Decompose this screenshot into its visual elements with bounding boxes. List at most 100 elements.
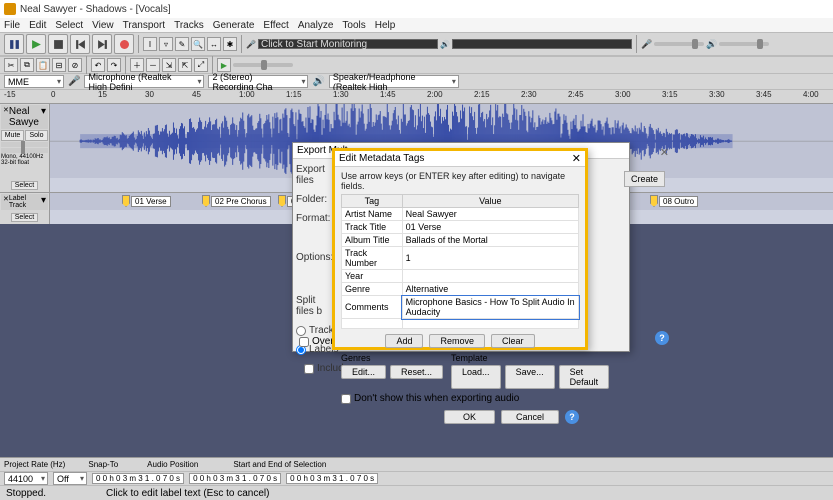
menu-analyze[interactable]: Analyze (298, 20, 334, 31)
zoom-in-button[interactable]: ＋ (130, 58, 144, 72)
track-name[interactable]: Neal Sawye (9, 106, 41, 128)
selection-end-field[interactable]: 0 0 h 0 3 m 3 1 . 0 7 0 s (286, 473, 378, 484)
metadata-table[interactable]: TagValue Artist NameNeal Sawyer Track Ti… (341, 194, 579, 329)
track-info: Mono, 44100Hz 32-bit float (1, 154, 48, 166)
tool-draw[interactable]: ✎ (175, 37, 189, 51)
recording-meter[interactable]: Click to Start Monitoring (258, 39, 438, 49)
transport-toolbar: I ▿ ✎ 🔍 ↔ ✱ 🎤 Click to Start Monitoring … (0, 32, 833, 56)
comments-cell[interactable]: Microphone Basics - How To Split Audio I… (402, 296, 578, 319)
menu-file[interactable]: File (4, 20, 20, 31)
help-icon[interactable]: ? (565, 410, 579, 424)
label-select-button[interactable]: Select (11, 213, 38, 222)
remove-button[interactable]: Remove (429, 334, 485, 348)
add-button[interactable]: Add (385, 334, 423, 348)
zoom-toggle-button[interactable]: ⤢ (194, 58, 208, 72)
reset-genres-button[interactable]: Reset... (390, 365, 443, 379)
clear-button[interactable]: Clear (491, 334, 535, 348)
tool-timeshift[interactable]: ↔ (207, 37, 221, 51)
menu-generate[interactable]: Generate (213, 20, 255, 31)
play-button[interactable] (26, 34, 46, 54)
silence-button[interactable]: ⊘ (68, 58, 82, 72)
split-tracks-radio[interactable] (296, 326, 306, 336)
redo-button[interactable]: ↷ (107, 58, 121, 72)
project-rate-select[interactable]: 44100 (4, 472, 48, 485)
stop-button[interactable] (48, 34, 68, 54)
label-marker[interactable]: 01 Verse (122, 195, 171, 207)
speaker-icon: 🔊 (706, 39, 717, 50)
label-marker[interactable]: 02 Pre Chorus (202, 195, 271, 207)
tool-selection[interactable]: I (143, 37, 157, 51)
create-button[interactable]: Create (624, 171, 665, 187)
label-track-name[interactable]: Label Track (9, 195, 41, 209)
fit-project-button[interactable]: ⇱ (178, 58, 192, 72)
timeline-ruler[interactable]: -15 0 15 30 45 1:00 1:15 1:30 1:45 2:00 … (0, 90, 833, 104)
menu-select[interactable]: Select (55, 20, 83, 31)
trim-button[interactable]: ⊟ (52, 58, 66, 72)
tool-zoom[interactable]: 🔍 (191, 37, 205, 51)
status-state: Stopped. (6, 488, 46, 499)
ok-button[interactable]: OK (444, 410, 495, 424)
zoom-out-button[interactable]: － (146, 58, 160, 72)
status-hint: Click to edit label text (Esc to cancel) (106, 488, 269, 499)
skip-start-button[interactable] (70, 34, 90, 54)
record-button[interactable] (114, 34, 134, 54)
play-speed-slider[interactable] (233, 63, 293, 67)
window-title-bar: Neal Sawyer - Shadows - [Vocals] (0, 0, 833, 18)
metadata-dialog-title: Edit Metadata Tags (339, 153, 424, 164)
playback-device-select[interactable]: Speaker/Headphone (Realtek High (329, 75, 459, 88)
cut-button[interactable]: ✂ (4, 58, 18, 72)
metadata-dialog: Edit Metadata Tags ✕ Use arrow keys (or … (332, 148, 588, 350)
label-marker[interactable]: 08 Outro (650, 195, 698, 207)
menu-tools[interactable]: Tools (342, 20, 365, 31)
export-close-icon[interactable]: ✕ (660, 146, 669, 159)
track-control-panel[interactable]: ✕Neal Sawye▾ MuteSolo Mono, 44100Hz 32-b… (0, 104, 50, 178)
tool-envelope[interactable]: ▿ (159, 37, 173, 51)
paste-button[interactable]: 📋 (36, 58, 50, 72)
mic-device-icon: 🎤 (68, 76, 80, 87)
overwrite-check[interactable] (299, 337, 309, 347)
speaker-device-icon: 🔊 (312, 76, 324, 87)
track-select-button[interactable]: Select (11, 181, 38, 190)
load-template-button[interactable]: Load... (451, 365, 501, 389)
menu-transport[interactable]: Transport (123, 20, 165, 31)
close-icon[interactable]: ✕ (572, 152, 581, 165)
solo-button[interactable]: Solo (25, 130, 48, 141)
audio-position-field[interactable]: 0 0 h 0 3 m 3 1 . 0 7 0 s (92, 473, 184, 484)
playback-meter[interactable] (452, 39, 632, 49)
menu-tracks[interactable]: Tracks (174, 20, 204, 31)
recording-channels-select[interactable]: 2 (Stereo) Recording Cha (208, 75, 308, 88)
device-toolbar: MME 🎤 Microphone (Realtek High Defini 2 … (0, 74, 833, 90)
recording-volume-slider[interactable] (654, 42, 704, 46)
fit-selection-button[interactable]: ⇲ (162, 58, 176, 72)
window-title: Neal Sawyer - Shadows - [Vocals] (20, 4, 171, 15)
menu-help[interactable]: Help (375, 20, 396, 31)
export-help-icon[interactable]: ? (655, 331, 669, 345)
label-track-control[interactable]: ✕Label Track▾ (0, 193, 50, 210)
mic-icon: 🎤 (641, 39, 652, 50)
copy-button[interactable]: ⧉ (20, 58, 34, 72)
menu-effect[interactable]: Effect (263, 20, 288, 31)
dont-show-check[interactable] (341, 394, 351, 404)
edit-genres-button[interactable]: Edit... (341, 365, 386, 379)
playback-volume-slider[interactable] (719, 42, 769, 46)
skip-end-button[interactable] (92, 34, 112, 54)
pause-button[interactable] (4, 34, 24, 54)
tool-multi[interactable]: ✱ (223, 37, 237, 51)
undo-button[interactable]: ↶ (91, 58, 105, 72)
host-api-select[interactable]: MME (4, 75, 64, 88)
cancel-button[interactable]: Cancel (501, 410, 559, 424)
selection-start-field[interactable]: 0 0 h 0 3 m 3 1 . 0 7 0 s (189, 473, 281, 484)
recording-device-select[interactable]: Microphone (Realtek High Defini (84, 75, 204, 88)
metadata-hint: Use arrow keys (or ENTER key after editi… (341, 171, 579, 191)
set-default-button[interactable]: Set Default (559, 365, 610, 389)
play-at-speed-button[interactable]: ▶ (217, 58, 231, 72)
rec-meter-label: 🎤 (246, 40, 256, 49)
menu-edit[interactable]: Edit (29, 20, 46, 31)
menu-view[interactable]: View (92, 20, 114, 31)
save-template-button[interactable]: Save... (505, 365, 555, 389)
track-pan-slider[interactable] (1, 148, 48, 153)
selection-toolbar: Project Rate (Hz) Snap-To Audio Position… (0, 457, 833, 500)
include-check[interactable] (304, 364, 314, 374)
mute-button[interactable]: Mute (1, 130, 24, 141)
snap-to-select[interactable]: Off (53, 472, 87, 485)
